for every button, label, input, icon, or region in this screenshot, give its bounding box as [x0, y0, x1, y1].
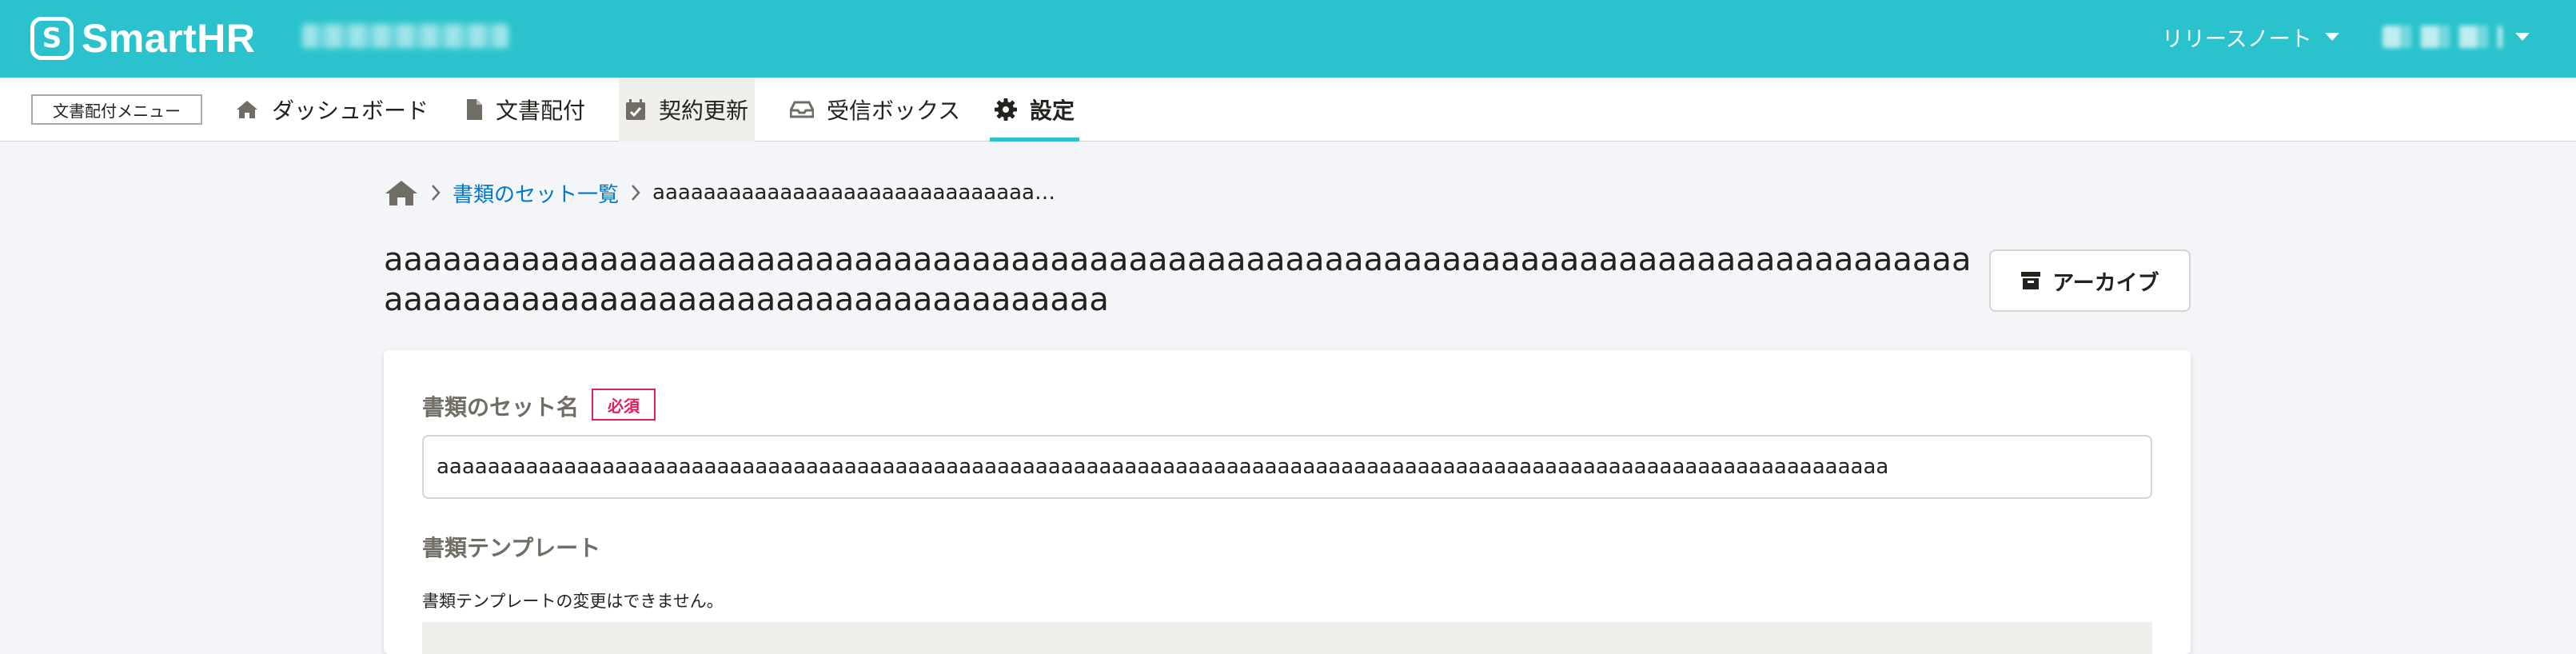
nav-contract-renewal[interactable]: 契約更新 — [619, 78, 756, 142]
nav-settings-label: 設定 — [1030, 98, 1075, 124]
home-icon — [237, 101, 257, 118]
release-notes-menu[interactable]: リリースノート — [2162, 21, 2339, 53]
chevron-right-icon — [632, 185, 640, 201]
logo-mark-icon: S — [30, 17, 74, 60]
subnav-menu-label: 文書配付メニュー — [31, 94, 202, 125]
breadcrumb-current: aaaaaaaaaaaaaaaaaaaaaaaaaaaaaa… — [652, 181, 1055, 205]
release-notes-label: リリースノート — [2162, 26, 2312, 52]
template-display-box — [422, 622, 2152, 654]
breadcrumb: 書類のセット一覧 aaaaaaaaaaaaaaaaaaaaaaaaaaaaaa… — [384, 176, 1055, 209]
nav-document-distribution-label: 文書配付 — [496, 98, 586, 124]
tenant-name-redacted — [302, 24, 508, 48]
nav-settings[interactable]: 設定 — [990, 78, 1080, 142]
nav-dashboard[interactable]: ダッシュボード — [232, 78, 432, 142]
required-badge: 必須 — [592, 389, 656, 421]
home-icon[interactable] — [384, 178, 419, 207]
archive-button-label: アーカイブ — [2052, 270, 2159, 296]
page-title: aaaaaaaaaaaaaaaaaaaaaaaaaaaaaaaaaaaaaaaa… — [384, 241, 1972, 318]
nav-inbox-label: 受信ボックス — [827, 98, 961, 124]
user-menu[interactable] — [2383, 21, 2530, 53]
feature-subnav: 文書配付メニュー ダッシュボード 文書配付 契約更新 受信ボックス 設定 — [0, 78, 2576, 142]
user-name-redacted — [2383, 26, 2502, 48]
nav-dashboard-label: ダッシュボード — [272, 98, 429, 124]
nav-document-distribution[interactable]: 文書配付 — [462, 78, 588, 142]
nav-contract-renewal-label: 契約更新 — [659, 98, 749, 124]
set-name-input[interactable] — [422, 435, 2152, 499]
caret-down-icon — [2324, 33, 2339, 41]
set-name-label: 書類のセット名 — [422, 394, 580, 421]
calendar-check-icon — [626, 99, 645, 120]
archive-button[interactable]: アーカイブ — [1989, 249, 2191, 312]
nav-inbox[interactable]: 受信ボックス — [787, 78, 963, 142]
inbox-icon — [790, 101, 814, 118]
document-set-form: 書類のセット名 必須 書類テンプレート 書類テンプレートの変更はできません。 — [384, 350, 2191, 654]
template-label: 書類テンプレート — [422, 535, 601, 561]
archive-box-icon — [2021, 272, 2041, 289]
breadcrumb-link-document-sets[interactable]: 書類のセット一覧 — [453, 178, 619, 208]
gear-icon — [995, 98, 1017, 121]
template-help-text: 書類テンプレートの変更はできません。 — [422, 592, 724, 611]
top-header: S SmartHR リリースノート — [0, 0, 2576, 78]
smarthr-logo[interactable]: S SmartHR — [30, 14, 255, 62]
caret-down-icon — [2515, 33, 2530, 41]
document-icon — [467, 99, 482, 120]
chevron-right-icon — [432, 185, 441, 201]
logo-text: SmartHR — [82, 16, 256, 61]
